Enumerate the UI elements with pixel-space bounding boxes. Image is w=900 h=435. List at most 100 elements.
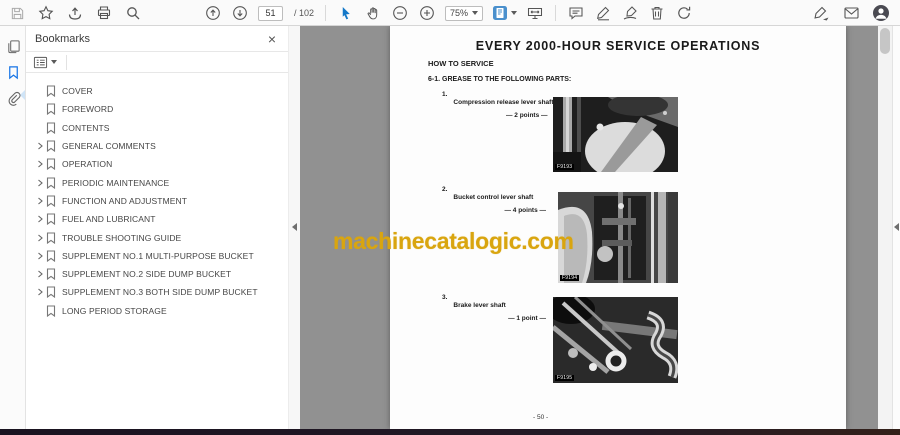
bookmark-item-function-and-adjustment[interactable]: FUNCTION AND ADJUSTMENT	[26, 192, 288, 210]
zoom-level-select[interactable]: 75%	[445, 5, 484, 21]
bookmark-label: FUEL AND LUBRICANT	[62, 214, 156, 225]
page-number-footer: - 50 -	[533, 414, 549, 421]
list-item: 2. Bucket control lever shaft — 4 points…	[442, 186, 552, 214]
item-points: — 4 points —	[504, 207, 546, 214]
list-item: 3. Brake lever shaft — 1 point —	[442, 294, 552, 322]
close-icon[interactable]: ×	[268, 32, 276, 46]
bookmark-item-supplement-no1[interactable]: SUPPLEMENT NO.1 MULTI-PURPOSE BUCKET	[26, 247, 288, 265]
bookmarks-panel: Bookmarks × COVER FOREWORD CONTENTS GENE…	[26, 26, 288, 429]
save-icon[interactable]	[8, 3, 26, 23]
bookmark-label: FOREWORD	[62, 104, 114, 115]
chevron-right-icon[interactable]	[33, 234, 46, 242]
profile-icon[interactable]	[872, 3, 890, 23]
bookmark-icon	[46, 305, 62, 317]
figure-label: F9194	[560, 274, 580, 281]
page-total-label: / 102	[294, 8, 315, 18]
bookmark-label: TROUBLE SHOOTING GUIDE	[62, 232, 182, 243]
bookmark-item-operation[interactable]: OPERATION	[26, 155, 288, 173]
item-points: — 1 point —	[508, 315, 546, 322]
zoom-out-icon[interactable]	[391, 3, 409, 23]
bookmark-item-periodic-maintenance[interactable]: PERIODIC MAINTENANCE	[26, 173, 288, 191]
section-heading: HOW TO SERVICE	[428, 59, 494, 68]
print-icon[interactable]	[95, 3, 113, 23]
pdf-viewer-window: 51 / 102 75% Bookmarks × COVER FOREWORD …	[0, 0, 900, 435]
right-panel-collapse-handle[interactable]	[892, 26, 900, 429]
page-number-input[interactable]: 51	[258, 5, 283, 21]
highlight-icon[interactable]	[594, 3, 612, 23]
figure-label: F9195	[555, 374, 575, 381]
item-number: 2.	[442, 186, 448, 193]
trash-icon[interactable]	[648, 3, 666, 23]
list-item: 1. Compression release lever shaft — 2 p…	[442, 91, 554, 119]
bookmark-label: OPERATION	[62, 159, 113, 170]
bookmark-item-foreword[interactable]: FOREWORD	[26, 100, 288, 118]
attachments-icon[interactable]	[5, 90, 22, 107]
vertical-scrollbar[interactable]	[878, 26, 892, 429]
bookmarks-panel-header: Bookmarks ×	[26, 26, 288, 52]
bookmark-label: GENERAL COMMENTS	[62, 141, 156, 152]
item-label: Bucket control lever shaft	[453, 194, 534, 201]
chevron-right-icon[interactable]	[33, 288, 46, 296]
chevron-right-icon[interactable]	[33, 197, 46, 205]
bookmark-icon	[46, 195, 62, 207]
bookmarks-icon[interactable]	[5, 64, 22, 81]
chevron-down-icon	[472, 11, 479, 15]
toolbar-divider	[325, 5, 327, 21]
scrollbar-thumb[interactable]	[880, 28, 890, 54]
page-thumbnails-icon[interactable]	[5, 38, 22, 55]
bookmark-item-supplement-no2[interactable]: SUPPLEMENT NO.2 SIDE DUMP BUCKET	[26, 265, 288, 283]
item-label: Compression release lever shaft	[453, 99, 554, 106]
search-icon[interactable]	[124, 3, 142, 23]
section-subheading: 6-1. GREASE TO THE FOLLOWING PARTS:	[428, 76, 572, 83]
email-icon[interactable]	[842, 3, 860, 23]
bookmark-icon	[46, 268, 62, 281]
bookmark-icon	[46, 140, 62, 153]
sign-icon[interactable]	[621, 3, 639, 23]
bookmarks-panel-title: Bookmarks	[35, 32, 91, 45]
pdf-page: EVERY 2000-HOUR SERVICE OPERATIONS HOW T…	[390, 26, 846, 429]
share-icon[interactable]	[66, 3, 84, 23]
chevron-right-icon[interactable]	[33, 252, 46, 260]
chevron-right-icon[interactable]	[33, 215, 46, 223]
panel-collapse-handle[interactable]	[288, 26, 300, 429]
select-tool-icon[interactable]	[337, 3, 355, 23]
bookmark-item-cover[interactable]: COVER	[26, 82, 288, 100]
star-icon[interactable]	[37, 3, 55, 23]
comment-icon[interactable]	[567, 3, 585, 23]
bookmark-label: SUPPLEMENT NO.2 SIDE DUMP BUCKET	[62, 269, 232, 280]
bookmark-item-supplement-no3[interactable]: SUPPLEMENT NO.3 BOTH SIDE DUMP BUCKET	[26, 283, 288, 301]
fill-sign-icon[interactable]	[812, 3, 830, 23]
document-viewer: EVERY 2000-HOUR SERVICE OPERATIONS HOW T…	[300, 26, 878, 429]
toolbar-divider	[66, 54, 67, 70]
bookmark-label: PERIODIC MAINTENANCE	[62, 177, 170, 188]
top-toolbar: 51 / 102 75%	[0, 0, 900, 26]
chevron-right-icon[interactable]	[33, 179, 46, 187]
page-view-mode-select[interactable]	[492, 5, 518, 21]
page-down-icon[interactable]	[231, 3, 249, 23]
bookmark-item-general-comments[interactable]: GENERAL COMMENTS	[26, 137, 288, 155]
toolbar-divider	[555, 5, 557, 21]
figure-photo-compression-release: F9193	[553, 97, 678, 172]
bookmark-item-long-period-storage[interactable]: LONG PERIOD STORAGE	[26, 302, 288, 320]
hand-tool-icon[interactable]	[364, 3, 382, 23]
chevron-down-icon	[511, 11, 518, 15]
bookmark-item-trouble-shooting-guide[interactable]: TROUBLE SHOOTING GUIDE	[26, 228, 288, 246]
bookmark-item-fuel-and-lubricant[interactable]: FUEL AND LUBRICANT	[26, 210, 288, 228]
chevron-right-icon[interactable]	[33, 270, 46, 278]
fit-width-icon[interactable]	[526, 3, 544, 23]
refresh-icon[interactable]	[675, 3, 693, 23]
bookmark-icon	[46, 103, 62, 116]
figure-label: F9193	[555, 163, 575, 170]
zoom-in-icon[interactable]	[418, 3, 436, 23]
bookmark-item-contents[interactable]: CONTENTS	[26, 119, 288, 137]
bookmark-label: LONG PERIOD STORAGE	[62, 305, 167, 316]
page-up-icon[interactable]	[204, 3, 222, 23]
chevron-right-icon[interactable]	[33, 160, 46, 168]
collapse-left-icon[interactable]	[894, 223, 899, 231]
bookmark-icon	[46, 231, 62, 244]
collapse-left-icon[interactable]	[292, 223, 297, 231]
bookmark-label: FUNCTION AND ADJUSTMENT	[62, 195, 188, 206]
chevron-right-icon[interactable]	[33, 142, 46, 150]
bookmark-label: SUPPLEMENT NO.3 BOTH SIDE DUMP BUCKET	[62, 287, 258, 298]
bookmark-options-icon[interactable]	[33, 55, 57, 70]
